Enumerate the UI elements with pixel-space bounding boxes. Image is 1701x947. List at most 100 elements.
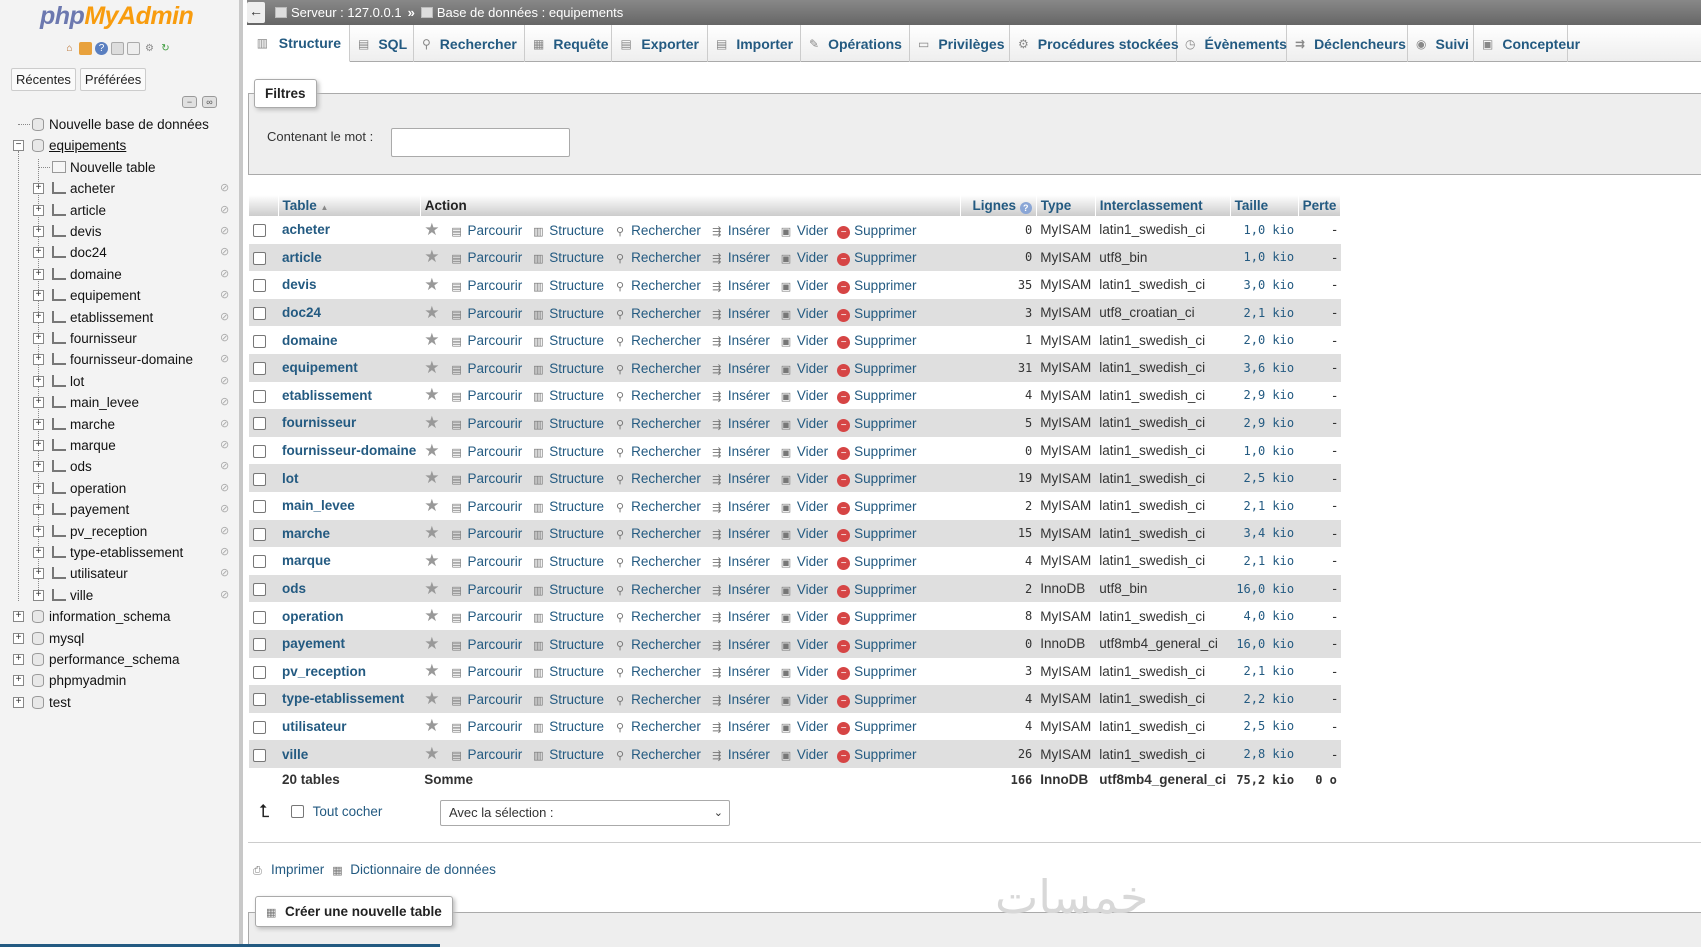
link-with-main-icon[interactable]: ∞ (202, 96, 217, 108)
row-checkbox[interactable] (253, 665, 266, 679)
action-vider[interactable]: ▣ Vider (779, 444, 828, 459)
tree-db-equipements[interactable]: − equipements (0, 135, 239, 156)
sidebar-table-marche[interactable]: + marche ⊘ (0, 414, 239, 435)
header-table[interactable]: Table ▲ (278, 195, 421, 216)
sidebar-table-type-etablissement[interactable]: + type-etablissement ⊘ (0, 542, 239, 563)
table-name-link[interactable]: equipement (278, 353, 421, 382)
action-rechercher[interactable]: ⚲ Rechercher (613, 471, 701, 486)
sidebar-table-acheter[interactable]: + acheter ⊘ (0, 178, 239, 199)
sidebar-table-fournisseur-domaine[interactable]: + fournisseur-domaine ⊘ (0, 349, 239, 370)
tab-structure[interactable]: ▥ Structure (247, 25, 350, 62)
action-parcourir[interactable]: ▤ Parcourir (450, 637, 522, 652)
row-checkbox[interactable] (253, 224, 266, 238)
action-supprimer[interactable]: − Supprimer (837, 471, 916, 488)
row-checkbox[interactable] (253, 417, 266, 431)
expand-table-icon[interactable]: + (33, 268, 44, 280)
help-icon[interactable]: ? (95, 42, 108, 55)
hide-eye-icon[interactable]: ⊘ (220, 440, 236, 451)
action-rechercher[interactable]: ⚲ Rechercher (613, 692, 701, 707)
action-structure[interactable]: ▥ Structure (531, 306, 604, 321)
sidebar-table-payement[interactable]: + payement ⊘ (0, 499, 239, 520)
action-insérer[interactable]: ⇶ Insérer (710, 747, 770, 762)
table-size-link[interactable]: 1,0 kio (1230, 436, 1299, 465)
tab-évènements[interactable]: ◷ Évènements (1177, 25, 1287, 62)
row-checkbox[interactable] (253, 334, 266, 348)
data-dictionary-link[interactable]: ▦ Dictionnaire de données (332, 862, 496, 877)
action-vider[interactable]: ▣ Vider (779, 250, 828, 265)
action-supprimer[interactable]: − Supprimer (837, 554, 916, 570)
with-selected-select[interactable]: Avec la sélection : ⌄ (440, 800, 730, 826)
action-rechercher[interactable]: ⚲ Rechercher (613, 582, 701, 597)
action-supprimer[interactable]: − Supprimer (837, 526, 916, 543)
favorite-star-icon[interactable]: ★ (424, 330, 439, 349)
table-size-link[interactable]: 2,1 kio (1230, 657, 1299, 686)
table-name-link[interactable]: etablissement (278, 381, 421, 410)
expand-db-icon[interactable]: + (13, 654, 24, 665)
table-size-link[interactable]: 2,5 kio (1230, 464, 1299, 492)
reload-icon[interactable]: ↻ (159, 42, 172, 55)
sidebar-table-pv_reception[interactable]: + pv_reception ⊘ (0, 521, 239, 542)
row-checkbox[interactable] (253, 693, 266, 707)
action-rechercher[interactable]: ⚲ Rechercher (613, 444, 701, 459)
action-vider[interactable]: ▣ Vider (779, 554, 828, 569)
action-structure[interactable]: ▥ Structure (531, 333, 604, 348)
action-supprimer[interactable]: − Supprimer (837, 747, 916, 764)
table-name-link[interactable]: fournisseur (278, 409, 421, 437)
action-supprimer[interactable]: − Supprimer (837, 499, 916, 515)
hide-eye-icon[interactable]: ⊘ (220, 589, 236, 600)
action-rechercher[interactable]: ⚲ Rechercher (613, 250, 701, 265)
row-checkbox[interactable] (253, 638, 266, 652)
hide-eye-icon[interactable]: ⊘ (220, 482, 236, 493)
sidebar-table-etablissement[interactable]: + etablissement ⊘ (0, 307, 239, 328)
favorite-star-icon[interactable]: ★ (424, 579, 439, 598)
sidebar-db-mysql[interactable]: + mysql (0, 628, 239, 649)
action-structure[interactable]: ▥ Structure (531, 609, 604, 624)
action-vider[interactable]: ▣ Vider (779, 333, 828, 348)
expand-table-icon[interactable]: + (33, 525, 44, 537)
hide-eye-icon[interactable]: ⊘ (220, 397, 236, 408)
favorite-star-icon[interactable]: ★ (424, 744, 439, 763)
row-checkbox[interactable] (253, 307, 266, 321)
favorite-star-icon[interactable]: ★ (424, 413, 439, 432)
action-structure[interactable]: ▥ Structure (531, 582, 604, 597)
tree-new-database[interactable]: Nouvelle base de données (0, 114, 239, 135)
action-parcourir[interactable]: ▤ Parcourir (450, 499, 522, 514)
row-checkbox[interactable] (253, 582, 266, 596)
row-checkbox[interactable] (253, 748, 266, 762)
table-name-link[interactable]: devis (278, 271, 421, 299)
header-rows[interactable]: Lignes ? (960, 195, 1037, 216)
expand-table-icon[interactable]: + (33, 226, 44, 237)
table-name-link[interactable]: ods (278, 574, 421, 603)
tab-suivi[interactable]: ◉ Suivi (1408, 25, 1474, 62)
sql-docs-icon[interactable] (127, 42, 140, 55)
action-vider[interactable]: ▣ Vider (779, 719, 828, 734)
hide-eye-icon[interactable]: ⊘ (220, 418, 236, 429)
header-overhead[interactable]: Perte (1298, 195, 1342, 216)
action-parcourir[interactable]: ▤ Parcourir (450, 471, 522, 486)
phpmyadmin-logo[interactable]: phpMyAdmin (40, 2, 194, 31)
table-size-link[interactable]: 2,0 kio (1230, 326, 1299, 354)
collapse-all-icon[interactable]: − (182, 96, 197, 108)
action-supprimer[interactable]: − Supprimer (837, 416, 916, 432)
table-size-link[interactable]: 3,0 kio (1230, 271, 1299, 299)
action-vider[interactable]: ▣ Vider (779, 582, 828, 597)
row-checkbox[interactable] (253, 362, 266, 376)
action-parcourir[interactable]: ▤ Parcourir (450, 719, 522, 734)
header-collation[interactable]: Interclassement (1095, 195, 1231, 216)
action-vider[interactable]: ▣ Vider (779, 747, 828, 762)
expand-table-icon[interactable]: + (33, 482, 44, 494)
hide-eye-icon[interactable]: ⊘ (220, 333, 236, 344)
action-insérer[interactable]: ⇶ Insérer (710, 333, 770, 348)
action-structure[interactable]: ▥ Structure (531, 471, 604, 486)
header-type[interactable]: Type (1036, 195, 1096, 216)
favorite-star-icon[interactable]: ★ (424, 441, 439, 460)
table-name-link[interactable]: article (278, 243, 421, 272)
info-icon[interactable]: ? (1019, 201, 1032, 214)
row-checkbox[interactable] (253, 251, 266, 265)
action-structure[interactable]: ▥ Structure (531, 526, 604, 541)
action-structure[interactable]: ▥ Structure (531, 223, 604, 238)
favorite-star-icon[interactable]: ★ (424, 523, 439, 542)
action-insérer[interactable]: ⇶ Insérer (710, 499, 770, 514)
row-checkbox[interactable] (253, 472, 266, 486)
table-name-link[interactable]: type-etablissement (278, 685, 421, 713)
